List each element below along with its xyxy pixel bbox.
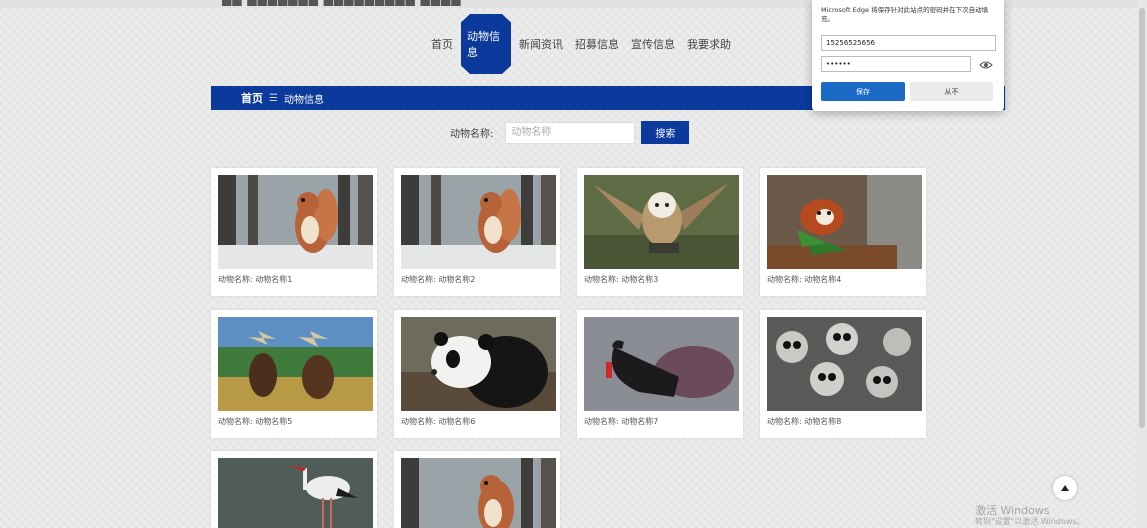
search-label: 动物名称: bbox=[450, 129, 494, 140]
nav-help[interactable]: 我要求助 bbox=[681, 14, 737, 74]
save-password-button[interactable]: 保存 bbox=[821, 82, 905, 101]
nav-recruit[interactable]: 招募信息 bbox=[569, 14, 625, 74]
page-scrollbar[interactable] bbox=[1137, 0, 1147, 528]
search-input[interactable] bbox=[505, 121, 636, 144]
back-to-top-button[interactable] bbox=[1053, 476, 1077, 500]
animal-card[interactable] bbox=[211, 451, 377, 528]
password-save-dialog: Microsoft Edge 将保存针对此站点的密码并在下次自动填充。 1525… bbox=[812, 0, 1004, 111]
main-nav: 首页 动物信息 新闻资讯 招募信息 宣传信息 我要求助 bbox=[425, 14, 737, 74]
animal-card[interactable]: 动物名称: 动物名称5 bbox=[211, 310, 377, 438]
breadcrumb-home[interactable]: 首页 bbox=[241, 90, 263, 106]
show-password-eye-icon[interactable] bbox=[979, 57, 993, 71]
breadcrumb-current: 动物信息 bbox=[283, 94, 324, 106]
dialog-message: Microsoft Edge 将保存针对此站点的密码并在下次自动填充。 bbox=[821, 6, 989, 23]
search-bar: 动物名称: 搜索 bbox=[450, 121, 690, 144]
never-save-button[interactable]: 从不 bbox=[910, 82, 993, 101]
owl-photo bbox=[584, 175, 739, 269]
animal-caption: 动物名称: 动物名称7 bbox=[584, 417, 659, 426]
animal-card[interactable]: 动物名称: 动物名称2 bbox=[394, 168, 560, 296]
animal-caption: 动物名称: 动物名称6 bbox=[401, 417, 476, 426]
animal-card[interactable]: 动物名称: 动物名称1 bbox=[211, 168, 377, 296]
username-field[interactable]: 15256525656 bbox=[821, 35, 996, 51]
caret-up-icon bbox=[1061, 485, 1069, 491]
animal-caption: 动物名称: 动物名称4 bbox=[767, 275, 842, 284]
animal-card[interactable]: 动物名称: 动物名称8 bbox=[760, 310, 926, 438]
nav-promo[interactable]: 宣传信息 bbox=[625, 14, 681, 74]
animal-card[interactable]: 动物名称: 动物名称4 bbox=[760, 168, 926, 296]
animal-caption: 动物名称: 动物名称8 bbox=[767, 417, 842, 426]
windows-activation-hint: 转到"设置"以激活 Windows。 bbox=[975, 517, 1085, 526]
animal-caption: 动物名称: 动物名称5 bbox=[218, 417, 293, 426]
lemurs-photo bbox=[767, 317, 922, 411]
site-title: ▇▇ ▇▇▇▇▇▇▇ ▇▇▇▇▇▇▇▇▇ ▇▇▇▇ bbox=[222, 0, 461, 6]
squirrel-photo bbox=[401, 175, 556, 269]
panda-photo bbox=[401, 317, 556, 411]
breadcrumb-separator-icon: ☰ bbox=[269, 92, 278, 104]
moose-photo bbox=[218, 317, 373, 411]
animal-card[interactable]: 动物名称: 动物名称7 bbox=[577, 310, 743, 438]
animal-caption: 动物名称: 动物名称1 bbox=[218, 275, 293, 284]
nav-animal-info[interactable]: 动物信息 bbox=[461, 14, 511, 74]
search-button[interactable]: 搜索 bbox=[641, 121, 690, 144]
stork-photo bbox=[218, 458, 373, 528]
nav-home[interactable]: 首页 bbox=[425, 14, 459, 74]
animal-card[interactable] bbox=[394, 451, 560, 528]
password-field[interactable]: •••••• bbox=[821, 56, 971, 72]
black-swan-photo bbox=[584, 317, 739, 411]
squirrel-photo bbox=[401, 458, 556, 528]
animal-card[interactable]: 动物名称: 动物名称3 bbox=[577, 168, 743, 296]
red-panda-photo bbox=[767, 175, 922, 269]
scrollbar-thumb[interactable] bbox=[1139, 8, 1145, 428]
animal-caption: 动物名称: 动物名称2 bbox=[401, 275, 476, 284]
nav-news[interactable]: 新闻资讯 bbox=[513, 14, 569, 74]
animal-card[interactable]: 动物名称: 动物名称6 bbox=[394, 310, 560, 438]
squirrel-photo bbox=[218, 175, 373, 269]
animal-caption: 动物名称: 动物名称3 bbox=[584, 275, 659, 284]
